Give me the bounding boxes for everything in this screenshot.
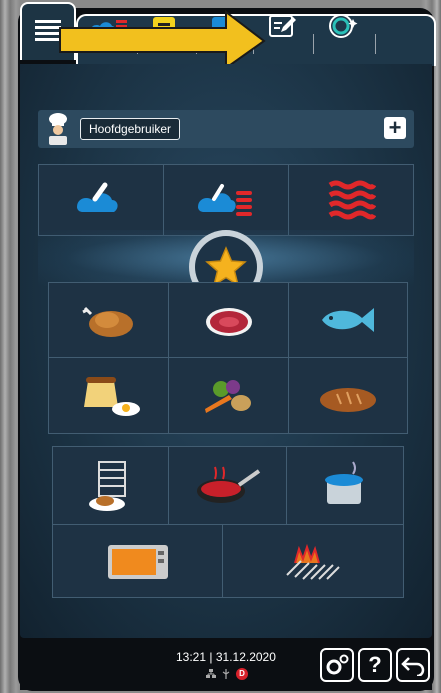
category-poultry[interactable] xyxy=(49,283,169,358)
application-oven[interactable] xyxy=(53,525,223,597)
applications-panel xyxy=(52,446,404,598)
hot-air-icon xyxy=(328,180,376,220)
time: 13:21 xyxy=(176,650,207,664)
edit-icon xyxy=(269,15,296,37)
category-bakery[interactable] xyxy=(289,358,407,433)
system-icons: D xyxy=(206,668,248,680)
highlight-arrow-icon xyxy=(59,10,266,70)
category-egg-dessert[interactable] xyxy=(49,358,169,433)
settings-button[interactable] xyxy=(320,648,354,682)
chef-icon xyxy=(49,113,67,145)
pot-cooking-icon xyxy=(325,460,363,504)
smart-cooking-icon xyxy=(329,14,358,38)
mode-combi[interactable] xyxy=(164,165,289,235)
time-date-separator: | xyxy=(209,650,213,664)
pan-frying-icon xyxy=(196,466,260,503)
application-finishing[interactable] xyxy=(53,447,169,525)
user-bar: Hoofdgebruiker + xyxy=(38,110,414,148)
oven-icon xyxy=(107,545,168,579)
drive-badge: D xyxy=(236,668,248,680)
finishing-icon xyxy=(88,460,126,511)
tab-separator xyxy=(375,34,376,54)
back-button[interactable] xyxy=(396,648,430,682)
cooking-modes-panel xyxy=(38,164,414,236)
application-grill[interactable] xyxy=(223,525,403,597)
help-button[interactable]: ? xyxy=(358,648,392,682)
clock: 13:21 | 31.12.2020 xyxy=(176,650,276,664)
date: 31.12.2020 xyxy=(215,650,276,664)
tab-edit[interactable] xyxy=(262,0,302,52)
add-user-button[interactable]: + xyxy=(384,117,406,139)
steam-icon xyxy=(77,182,118,212)
category-vegetables[interactable] xyxy=(169,358,289,433)
usb-icon xyxy=(222,669,230,679)
egg-dessert-icon xyxy=(83,376,140,416)
mode-hot-air[interactable] xyxy=(289,165,413,235)
fish-icon xyxy=(322,308,374,332)
application-pot-cooking[interactable] xyxy=(287,447,403,525)
username-field[interactable]: Hoofdgebruiker xyxy=(80,118,181,140)
combi-icon xyxy=(198,184,252,216)
poultry-icon xyxy=(81,306,133,337)
food-categories-panel xyxy=(48,282,408,434)
gear-icon xyxy=(326,654,349,675)
category-meat[interactable] xyxy=(169,283,289,358)
network-icon xyxy=(206,669,216,678)
category-fish[interactable] xyxy=(289,283,407,358)
meat-icon xyxy=(205,308,252,336)
vegetables-icon xyxy=(204,379,251,413)
grill-icon xyxy=(286,543,340,580)
tab-smart-cooking[interactable] xyxy=(322,0,366,52)
tab-separator xyxy=(313,34,314,54)
back-arrow-icon xyxy=(401,657,425,676)
bakery-icon xyxy=(320,387,376,412)
application-pan-frying[interactable] xyxy=(169,447,287,525)
mode-steam[interactable] xyxy=(39,165,164,235)
status-bar: 13:21 | 31.12.2020 D ? xyxy=(20,640,432,690)
